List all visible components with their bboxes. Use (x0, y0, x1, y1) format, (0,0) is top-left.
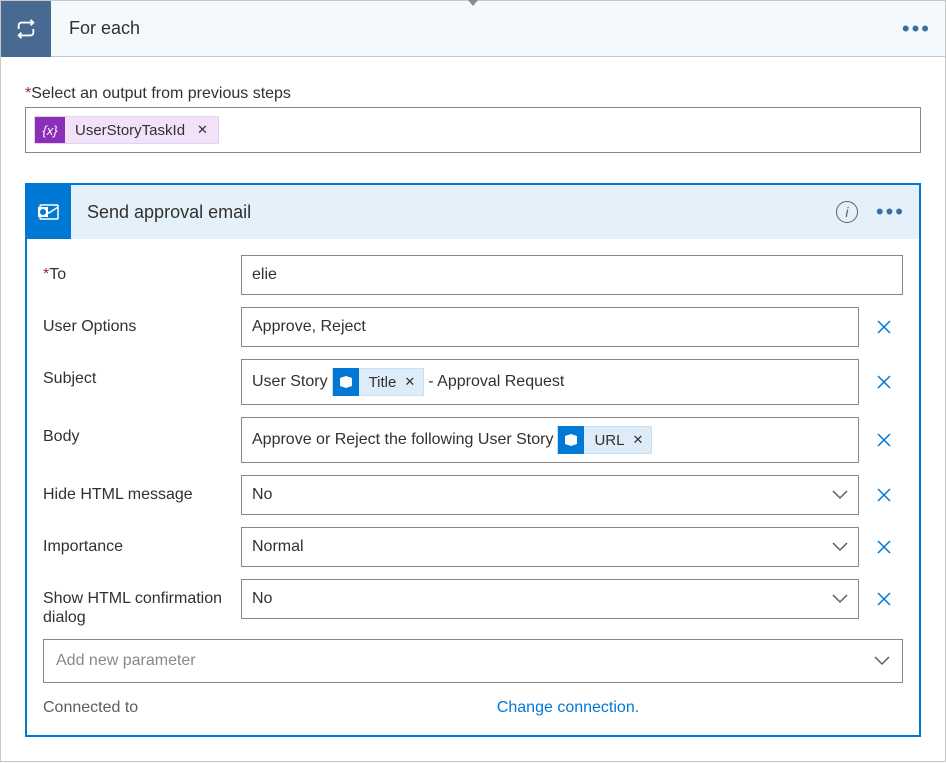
add-parameter-dropdown[interactable]: Add new parameter (43, 639, 903, 683)
foreach-body: *Select an output from previous steps {x… (1, 57, 945, 761)
row-importance: Importance Normal (43, 527, 903, 567)
row-to: *To elie (43, 255, 903, 295)
action-body: *To elie User Options Approve, Reject (27, 239, 919, 735)
change-connection-link[interactable]: Change connection. (233, 699, 903, 717)
label-subject: Subject (43, 359, 233, 388)
devops-icon (558, 426, 584, 454)
chip-title[interactable]: Title ✕ (332, 368, 425, 396)
info-icon[interactable]: i (836, 201, 858, 223)
foreach-card: For each ••• *Select an output from prev… (0, 0, 946, 762)
chip-url[interactable]: URL ✕ (557, 426, 652, 454)
clear-user-options-icon[interactable] (865, 307, 903, 347)
chevron-down-icon (822, 580, 858, 618)
connection-label: Connected to (43, 699, 233, 717)
chevron-down-icon (822, 476, 858, 514)
label-show-html-confirm: Show HTML confirmation dialog (43, 579, 233, 627)
row-hide-html: Hide HTML message No (43, 475, 903, 515)
clear-importance-icon[interactable] (865, 527, 903, 567)
clear-body-icon[interactable] (865, 417, 903, 463)
chevron-down-icon (874, 656, 890, 666)
input-body[interactable]: Approve or Reject the following User Sto… (241, 417, 859, 463)
flow-connector-arrow (463, 0, 483, 6)
chip-title-remove-icon[interactable]: ✕ (404, 374, 423, 390)
token-label: UserStoryTaskId (65, 122, 195, 139)
row-show-html-confirm: Show HTML confirmation dialog No (43, 579, 903, 627)
input-to[interactable]: elie (241, 255, 903, 295)
output-label: *Select an output from previous steps (25, 85, 921, 103)
output-field[interactable]: {x} UserStoryTaskId ✕ (25, 107, 921, 153)
clear-show-html-confirm-icon[interactable] (865, 579, 903, 619)
expression-icon: {x} (35, 117, 65, 143)
label-to: *To (43, 255, 233, 284)
token-remove-icon[interactable]: ✕ (195, 122, 210, 138)
label-user-options: User Options (43, 307, 233, 336)
token-userstorytaskid[interactable]: {x} UserStoryTaskId ✕ (34, 116, 219, 144)
outlook-icon (27, 185, 71, 239)
label-body: Body (43, 417, 233, 446)
clear-subject-icon[interactable] (865, 359, 903, 405)
foreach-more-icon[interactable]: ••• (902, 16, 931, 42)
action-title: Send approval email (87, 202, 251, 223)
select-show-html-confirm[interactable]: No (241, 579, 859, 619)
input-subject[interactable]: User Story Title ✕ - Approval Request (241, 359, 859, 405)
chip-url-remove-icon[interactable]: ✕ (632, 432, 651, 448)
clear-hide-html-icon[interactable] (865, 475, 903, 515)
send-approval-header[interactable]: Send approval email i ••• (27, 185, 919, 239)
select-importance[interactable]: Normal (241, 527, 859, 567)
select-hide-html[interactable]: No (241, 475, 859, 515)
label-hide-html: Hide HTML message (43, 475, 233, 504)
input-user-options[interactable]: Approve, Reject (241, 307, 859, 347)
row-subject: Subject User Story Title ✕ - Ap (43, 359, 903, 405)
row-body: Body Approve or Reject the following Use… (43, 417, 903, 463)
loop-icon (1, 1, 51, 57)
foreach-header[interactable]: For each ••• (1, 1, 945, 57)
foreach-title: For each (69, 18, 140, 39)
row-user-options: User Options Approve, Reject (43, 307, 903, 347)
chevron-down-icon (822, 528, 858, 566)
action-more-icon[interactable]: ••• (876, 199, 905, 225)
connection-row: Connected to Change connection. (43, 683, 903, 727)
devops-icon (333, 368, 359, 396)
send-approval-card: Send approval email i ••• *To elie (25, 183, 921, 737)
label-importance: Importance (43, 527, 233, 556)
